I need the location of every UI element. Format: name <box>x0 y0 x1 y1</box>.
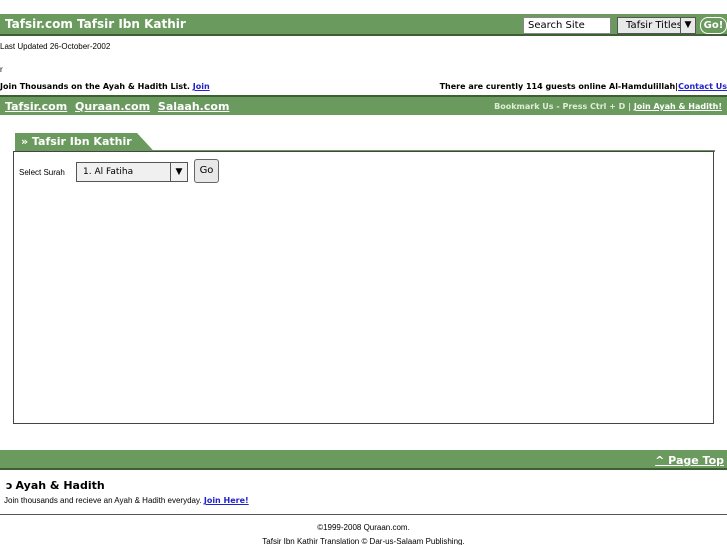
select-surah-label: Select Surah <box>19 168 65 177</box>
ayah-hadith-title: Ayah & Hadith <box>15 479 105 492</box>
site-links: Tafsir.com Quraan.com Salaah.com <box>5 100 233 113</box>
surah-go-button[interactable]: Go <box>194 159 219 183</box>
surah-select[interactable]: 1. Al Fatiha ▼ <box>76 162 188 182</box>
bookmark-area: Bookmark Us - Press Ctrl + D | Join Ayah… <box>494 102 722 111</box>
nav-link-quraan[interactable]: Quraan.com <box>75 100 150 113</box>
translation-credit: Tafsir Ibn Kathir Translation © Dar-us-S… <box>262 537 465 545</box>
footer-join-line: Join thousands and recieve an Ayah & Had… <box>4 496 249 505</box>
ayah-hadith-icon: ɔ <box>6 479 13 492</box>
site-nav-bar: Tafsir.com Quraan.com Salaah.com Bookmar… <box>0 95 727 115</box>
section-tab: » Tafsir Ibn Kathir <box>15 133 154 151</box>
nav-link-salaah[interactable]: Salaah.com <box>158 100 230 113</box>
last-updated-text: Last Updated 26-October-2002 <box>0 42 111 51</box>
site-title: Tafsir.com Tafsir Ibn Kathir <box>5 17 186 31</box>
search-category-value: Tafsir Titles <box>626 20 683 31</box>
bottom-bar: ^ Page Top <box>0 450 727 470</box>
footer-divider <box>0 514 727 515</box>
chevron-down-icon[interactable]: ▼ <box>170 163 187 181</box>
surah-panel: Select Surah 1. Al Fatiha ▼ Go <box>13 151 714 424</box>
stray-character: r <box>0 65 3 74</box>
nav-link-tafsir[interactable]: Tafsir.com <box>5 100 67 113</box>
search-input[interactable] <box>523 17 611 34</box>
join-list-link[interactable]: Join <box>193 82 210 91</box>
guests-online-text: There are curently 114 guests online Al-… <box>439 82 676 91</box>
copyright-text: ©1999-2008 Quraan.com. <box>317 523 410 532</box>
join-list-text: Join Thousands on the Ayah & Hadith List… <box>0 82 190 91</box>
guests-online-status: There are curently 114 guests online Al-… <box>440 82 727 91</box>
ayah-hadith-heading: ɔ Ayah & Hadith <box>6 479 105 492</box>
nav-divider: | <box>628 102 632 111</box>
join-list-announcement: Join Thousands on the Ayah & Hadith List… <box>0 82 210 91</box>
footer-join-text: Join thousands and recieve an Ayah & Had… <box>4 496 202 505</box>
page-top-link[interactable]: ^ Page Top <box>655 454 724 467</box>
contact-us-link[interactable]: Contact Us <box>678 82 727 91</box>
search-go-button[interactable]: Go! <box>700 17 727 34</box>
search-category-select[interactable]: Tafsir Titles ▼ <box>617 17 696 34</box>
join-ayah-hadith-link[interactable]: Join Ayah & Hadith! <box>634 102 722 111</box>
surah-select-value: 1. Al Fatiha <box>83 167 134 177</box>
top-header-bar: Tafsir.com Tafsir Ibn Kathir Tafsir Titl… <box>0 14 727 36</box>
footer-join-link[interactable]: Join Here! <box>204 496 249 505</box>
chevron-down-icon[interactable]: ▼ <box>680 18 695 33</box>
page-top-area: ^ Page Top <box>655 454 724 467</box>
bookmark-text: Bookmark Us - Press Ctrl + D <box>494 102 626 111</box>
